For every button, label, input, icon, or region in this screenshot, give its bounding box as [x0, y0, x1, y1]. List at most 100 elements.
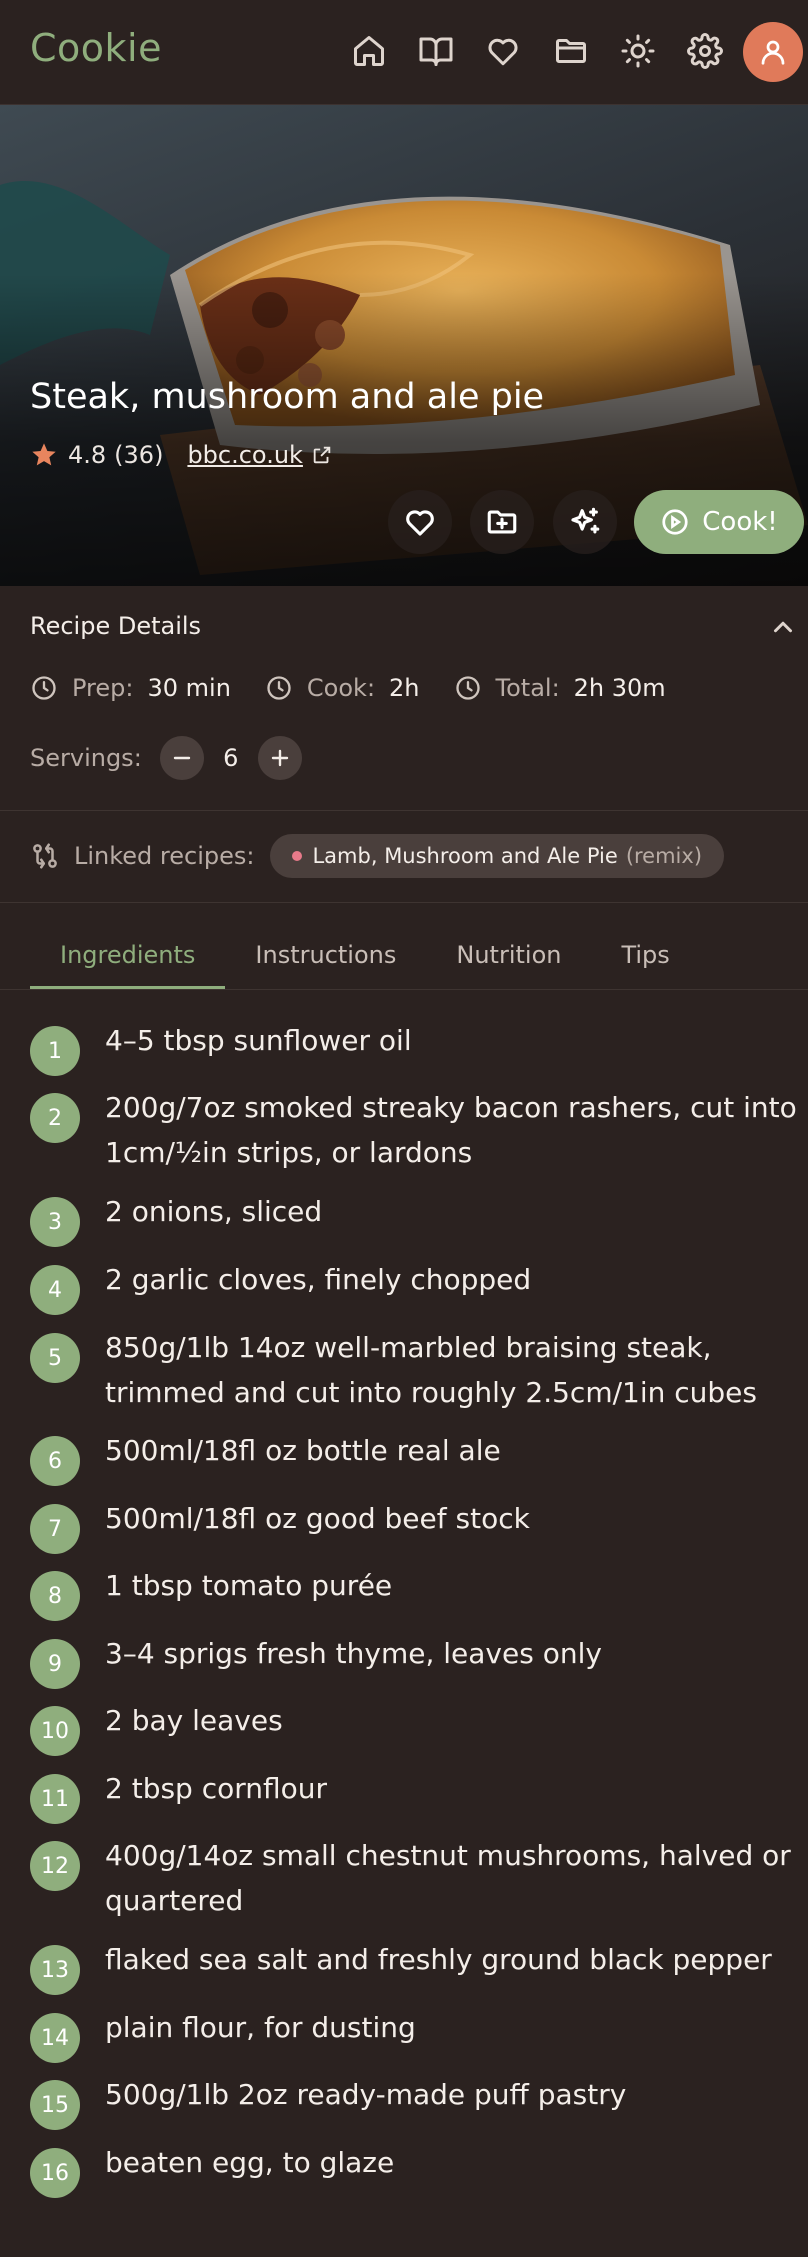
total-time: Total: 2h 30m: [454, 674, 666, 702]
ingredient-number: 12: [30, 1841, 80, 1891]
ingredient-number: 2: [30, 1093, 80, 1143]
ingredient-text: 500ml/18fl oz good beef stock: [105, 1502, 530, 1535]
ingredient-text: 500g/1lb 2oz ready-made puff pastry: [105, 2078, 627, 2111]
folder-plus-icon: [487, 510, 517, 534]
ingredient-number: 9: [30, 1639, 80, 1689]
clock-icon: [267, 676, 291, 700]
servings-value: 6: [223, 744, 239, 772]
ingredient-number: 4: [30, 1265, 80, 1315]
list-item: 12 400g/14oz small chestnut mushrooms, ha…: [30, 1839, 808, 1947]
divider: [0, 810, 808, 811]
linked-recipe-chip[interactable]: Lamb, Mushroom and Ale Pie (remix): [270, 834, 725, 878]
book-icon[interactable]: [415, 30, 457, 72]
ingredients-list: 1 4–5 tbsp sunflower oil 2 200g/7oz smoked…: [30, 1024, 808, 2217]
prep-time: Prep: 30 min: [30, 674, 231, 702]
decrease-servings-button[interactable]: [159, 736, 204, 780]
cook-label: Cook:: [306, 674, 376, 702]
cook-button[interactable]: Cook!: [634, 490, 804, 554]
app-logo[interactable]: Cookie: [30, 26, 162, 70]
plus-icon: [271, 749, 288, 767]
clock-icon: [32, 676, 56, 700]
ingredient-text: 4–5 tbsp sunflower oil: [105, 1024, 412, 1057]
external-link-icon[interactable]: [311, 444, 333, 466]
ingredient-text: flaked sea salt and freshly ground black…: [105, 1943, 772, 1976]
ingredient-text: 200g/7oz smoked streaky bacon rashers, c…: [105, 1091, 797, 1169]
prep-label: Prep:: [72, 674, 134, 702]
user-icon: [761, 40, 785, 65]
ingredient-number: 14: [30, 2013, 80, 2063]
sparkles-icon: [571, 507, 600, 534]
increase-servings-button[interactable]: [257, 736, 302, 780]
ingredient-number: 3: [30, 1197, 80, 1247]
rating-value: 4.8: [68, 441, 107, 469]
ingredient-number: 15: [30, 2080, 80, 2130]
cook-value: 2h: [389, 674, 420, 702]
user-avatar[interactable]: [743, 22, 803, 82]
ingredient-text: 2 tbsp cornflour: [105, 1772, 328, 1805]
ingredient-text: 500ml/18fl oz bottle real ale: [105, 1434, 501, 1467]
ingredient-text: 2 bay leaves: [105, 1704, 283, 1737]
total-label: Total:: [495, 674, 560, 702]
recipe-title: Steak, mushroom and ale pie: [30, 377, 545, 417]
folder-icon[interactable]: [550, 30, 592, 72]
clock-icon: [455, 676, 480, 700]
ingredient-text: plain flour, for dusting: [105, 2011, 416, 2044]
play-circle-icon: [662, 509, 688, 535]
sun-icon[interactable]: [617, 30, 659, 72]
total-value: 2h 30m: [573, 674, 666, 702]
minus-icon: [173, 756, 190, 760]
tab-instructions[interactable]: Instructions: [225, 920, 426, 989]
gear-icon[interactable]: [684, 30, 726, 72]
home-icon[interactable]: [348, 30, 390, 72]
recipe-tabs: Ingredients Instructions Nutrition Tips: [30, 920, 700, 989]
recipe-hero-image: Steak, mushroom and ale pie 4.8 (36) bbc…: [0, 105, 808, 586]
star-icon: [32, 443, 56, 466]
linked-recipes-label: Linked recipes:: [74, 842, 255, 870]
favorite-button[interactable]: [388, 490, 452, 554]
ingredient-number: 11: [30, 1774, 80, 1824]
top-nav-bar: Cookie: [0, 0, 808, 105]
chevron-up-icon[interactable]: [768, 612, 798, 642]
ingredient-text: beaten egg, to glaze: [105, 2146, 395, 2179]
ingredient-text: 2 onions, sliced: [105, 1195, 323, 1228]
git-compare-icon: [33, 843, 57, 869]
cook-time: Cook: 2h: [265, 674, 420, 702]
ingredient-number: 7: [30, 1504, 80, 1554]
ingredient-number: 13: [30, 1945, 80, 1995]
prep-value: 30 min: [147, 674, 231, 702]
tab-nutrition[interactable]: Nutrition: [426, 920, 591, 989]
ingredient-number: 1: [30, 1026, 80, 1076]
tab-ingredients[interactable]: Ingredients: [30, 920, 226, 989]
servings-label: Servings:: [30, 744, 142, 772]
heart-icon: [406, 510, 434, 536]
rating-count: (36): [114, 441, 164, 469]
source-link[interactable]: bbc.co.uk: [187, 441, 303, 469]
heart-icon[interactable]: [482, 30, 524, 72]
ingredient-number: 6: [30, 1436, 80, 1486]
ingredient-text: 2 garlic cloves, finely chopped: [105, 1263, 532, 1296]
list-item: 2 200g/7oz smoked streaky bacon rashers, …: [30, 1091, 808, 1199]
recipe-details-heading: Recipe Details: [30, 612, 202, 640]
divider: [0, 989, 808, 990]
rating-row: 4.8 (36) bbc.co.uk: [30, 438, 333, 472]
linked-recipe-tag: (remix): [625, 844, 703, 868]
ingredient-number: 16: [30, 2148, 80, 2198]
list-item: 5 850g/1lb 14oz well-marbled braising ste…: [30, 1331, 808, 1438]
chip-dot: [292, 851, 303, 861]
cook-button-label: Cook!: [702, 507, 778, 537]
tab-tips[interactable]: Tips: [591, 920, 699, 989]
linked-recipes: Linked recipes: Lamb, Mushroom and Ale P…: [30, 834, 725, 878]
divider: [0, 902, 808, 903]
servings-stepper: Servings: 6: [30, 736, 302, 780]
ingredient-text: 850g/1lb 14oz well-marbled braising stea…: [105, 1331, 757, 1409]
ingredient-number: 10: [30, 1706, 80, 1756]
remix-button[interactable]: [553, 490, 617, 554]
ingredient-text: 3–4 sprigs fresh thyme, leaves only: [105, 1637, 602, 1670]
linked-recipe-name: Lamb, Mushroom and Ale Pie: [312, 844, 618, 868]
add-to-collection-button[interactable]: [470, 490, 534, 554]
list-item: 16 beaten egg, to glaze: [30, 2146, 808, 2217]
ingredient-number: 8: [30, 1571, 80, 1621]
recipe-times: Prep: 30 min Cook: 2h Total: 2h 30m: [30, 668, 700, 708]
ingredient-text: 400g/14oz small chestnut mushrooms, halv…: [105, 1839, 791, 1917]
ingredient-number: 5: [30, 1333, 80, 1383]
